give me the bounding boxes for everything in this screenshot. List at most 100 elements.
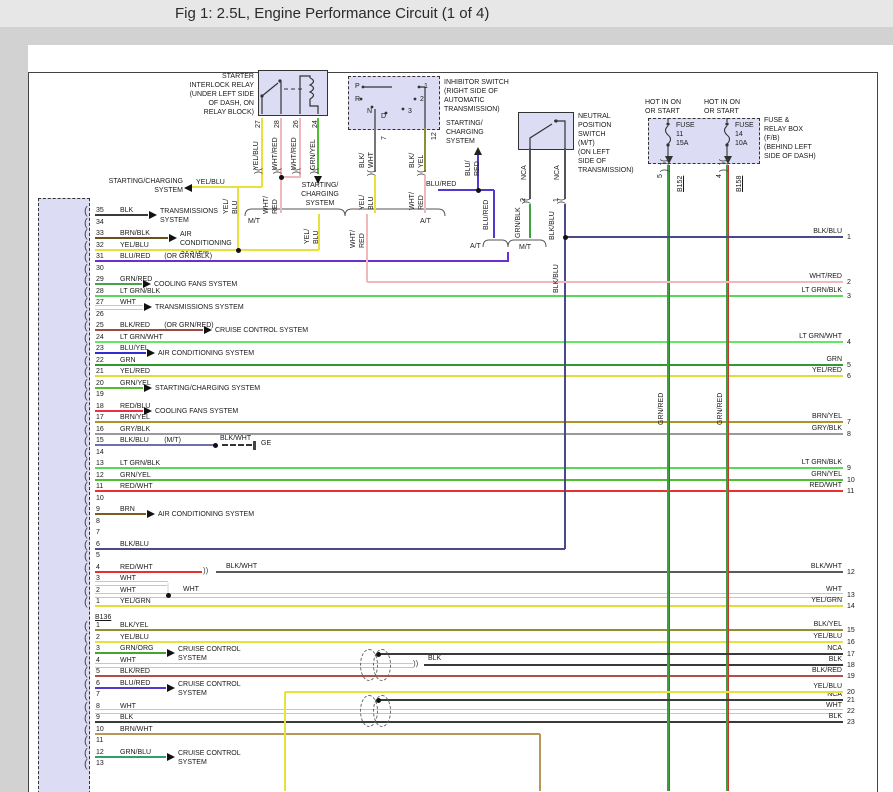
right-wire-name-11: RED/WHT	[700, 481, 842, 490]
right-wire-name-9: LT GRN/BLK	[700, 458, 842, 467]
wire-11	[95, 490, 843, 492]
wire-24	[95, 341, 843, 343]
fuse-bracket-5: (	[660, 169, 669, 172]
wire-29	[95, 283, 142, 285]
right-pin-number-18: 18	[847, 661, 855, 670]
pin-bracket-6: (	[84, 680, 88, 689]
right-pin-number-7: 7	[847, 418, 851, 427]
wire-32	[95, 249, 319, 251]
wire-35	[95, 214, 148, 216]
junction-dot	[213, 443, 218, 448]
v-grnred-fuse-2	[726, 165, 729, 791]
vlabel-blured-bracket: BLU/RED	[482, 200, 491, 230]
blu-red-label-h: BLU/RED	[426, 180, 456, 189]
system-label-6: CRUISE CONTROL SYSTEM	[178, 680, 241, 698]
arrow-23	[147, 349, 155, 357]
pin-bracket-24: (	[84, 334, 88, 343]
right-pin-number-21: 21	[847, 696, 855, 705]
system-label-29: COOLING FANS SYSTEM	[154, 280, 237, 289]
neutral-switch-label: NEUTRAL POSITION SWITCH (M/T) (ON LEFT S…	[578, 112, 634, 175]
wire-4	[95, 571, 202, 573]
pin-bracket-18: (	[84, 403, 88, 412]
right-wire-name-13: WHT	[700, 585, 842, 594]
wire-12	[95, 756, 166, 758]
vlabel-neutral-pin-2: 2	[519, 198, 528, 202]
system-label-27: TRANSMISSIONS SYSTEM	[155, 303, 244, 312]
pin-bracket-1: (	[84, 622, 88, 631]
pin-bracket-29: (	[84, 276, 88, 285]
right-pin-number-3: 3	[847, 292, 851, 301]
right-pin-number-1: 1	[847, 233, 851, 242]
arrow-35	[149, 211, 157, 219]
arrow-starting-charging-up	[474, 147, 482, 155]
vlabel-inhib-yelblu: YEL/ BLU	[358, 195, 376, 210]
pin-bracket-27: (	[84, 299, 88, 308]
wire-connector-mark-9: )(	[719, 159, 729, 165]
starting-charging-label-3: STARTING/ CHARGING SYSTEM	[446, 119, 484, 146]
right-pin-number-4: 4	[847, 338, 851, 347]
right-pin-number-6: 6	[847, 372, 851, 381]
right-pin-number-16: 16	[847, 638, 855, 647]
wire-connector-mark-4: )(	[367, 170, 377, 176]
arrow-starting-charging-left	[184, 184, 192, 192]
junction-dot	[166, 593, 171, 598]
left-pin-number-11: 11	[96, 736, 103, 745]
vlabel-relay-pin-24: 24	[311, 120, 320, 128]
wire-9	[95, 513, 146, 515]
v-brnwht-bottom	[539, 734, 541, 791]
system-label-20: STARTING/CHARGING SYSTEM	[155, 384, 260, 393]
starting-charging-label-1: STARTING/CHARGING SYSTEM	[90, 177, 183, 195]
pin-bracket-5: (	[84, 668, 88, 677]
right-pin-number-10: 10	[847, 476, 855, 485]
left-pin-number-13: 13	[96, 759, 104, 768]
pin-bracket-12: (	[84, 472, 88, 481]
system-label-25: CRUISE CONTROL SYSTEM	[215, 326, 308, 335]
right-wire-name-3: LT GRN/BLK	[700, 286, 842, 295]
right-wire-name-23: BLK	[700, 712, 842, 721]
pin-bracket-12: (	[84, 749, 88, 758]
pin-bracket-21: (	[84, 368, 88, 377]
pin-bracket-8: (	[84, 518, 88, 527]
vlabel-whtred-lower: WHT/ RED	[262, 196, 280, 214]
page-title: Fig 1: 2.5L, Engine Performance Circuit …	[175, 5, 489, 22]
pin-bracket-32: (	[84, 242, 88, 251]
pin-bracket-5: (	[84, 552, 88, 561]
pin-bracket-6: (	[84, 541, 88, 550]
v-blkblu	[564, 204, 566, 549]
vlabel-brace-yelblu: YEL/ BLU	[303, 229, 321, 244]
system-label-23: AIR CONDITIONING SYSTEM	[158, 349, 254, 358]
left-pin-number-7: 7	[96, 690, 100, 699]
right-wire-name-19: BLK/RED	[700, 666, 842, 675]
vlabel-grnblk: GRN/BLK	[514, 207, 523, 238]
header-band-shadow	[0, 27, 893, 45]
right-wire-name-1: BLK/BLU	[700, 227, 842, 236]
right-wire-name-16: YEL/BLU	[700, 632, 842, 641]
dashed-blk-wht-wire	[222, 444, 252, 446]
hot-label-2: HOT IN ON OR START	[704, 98, 740, 116]
pin-bracket-3: (	[84, 575, 88, 584]
arrow-9	[147, 510, 155, 518]
right-pin-number-17: 17	[847, 650, 855, 659]
pin-bracket-30: (	[84, 265, 88, 274]
pin-bracket-17: (	[84, 414, 88, 423]
wire-blkwht-4	[216, 571, 843, 573]
right-wire-name-10: GRN/YEL	[700, 470, 842, 479]
v-grnblk	[529, 204, 531, 238]
vlabel-inhib-blkyel: BLK/ YEL	[408, 153, 426, 168]
h-yelblu-top	[190, 186, 262, 188]
right-wire-name-2: WHT/RED	[700, 272, 842, 281]
ground-ge-label: GE	[261, 439, 271, 448]
wire-23	[95, 352, 146, 354]
junction-dot	[476, 188, 481, 193]
pin-bracket-19: (	[84, 391, 88, 400]
wiring-diagram-page: Fig 1: 2.5L, Engine Performance Circuit …	[0, 0, 893, 792]
vlabel-relay-pin-27: 27	[254, 120, 263, 128]
right-wire-name-14: YEL/GRN	[700, 596, 842, 605]
h-shield2-drain	[378, 699, 843, 701]
pin-bracket-7: (	[84, 529, 88, 538]
right-pin-number-8: 8	[847, 430, 851, 439]
starter-relay-symbol	[258, 70, 326, 114]
starting-charging-label-2: STARTING/ CHARGING SYSTEM	[294, 181, 346, 208]
wire-1	[95, 605, 843, 607]
wire-16	[95, 433, 843, 435]
